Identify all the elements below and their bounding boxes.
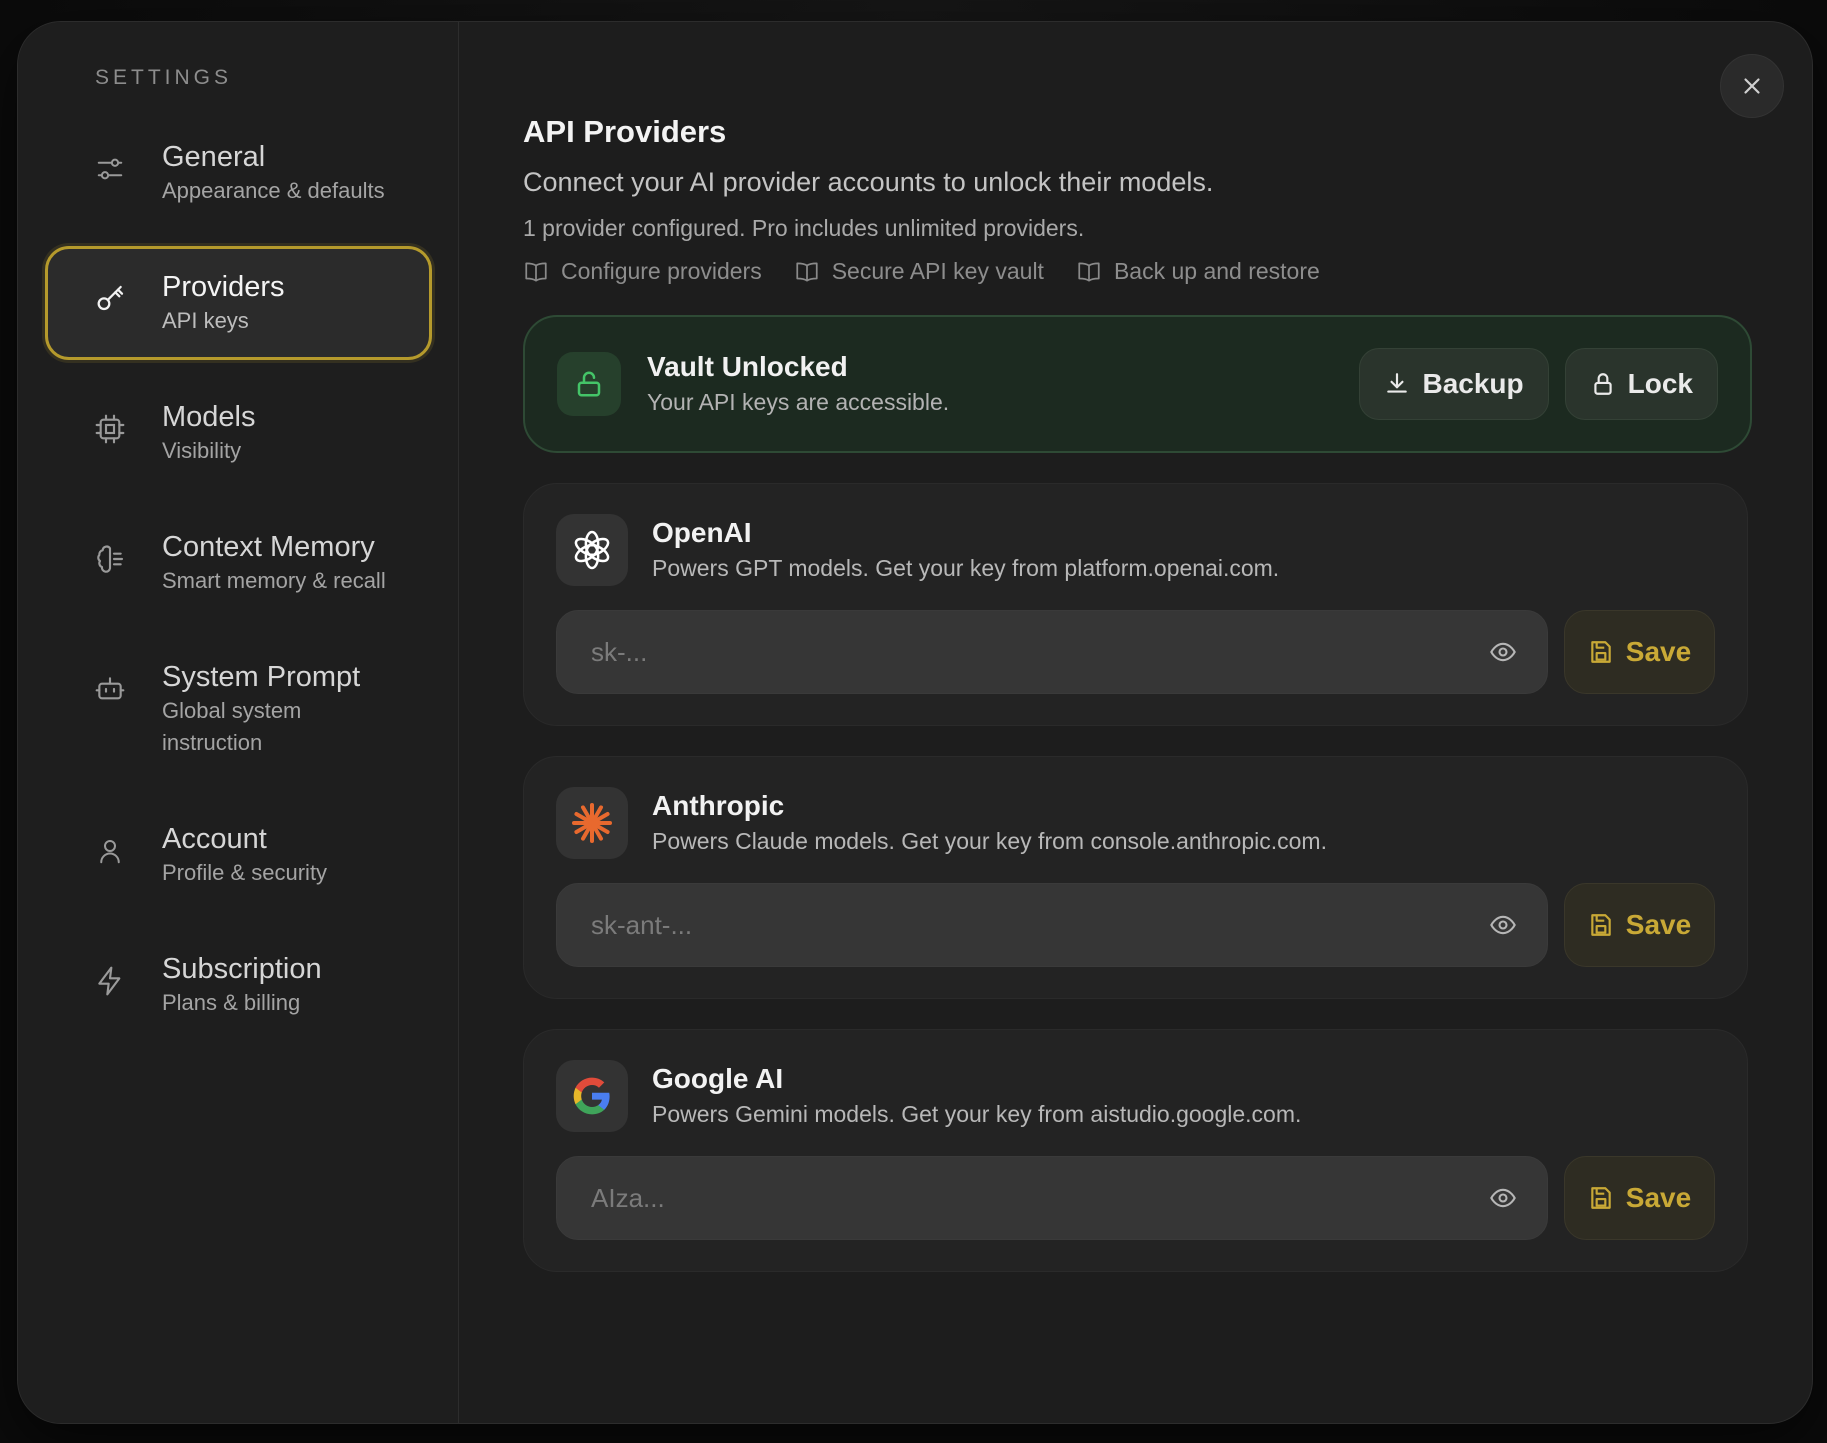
sidebar-item-subtitle: Plans & billing [162,990,301,1015]
api-key-field-wrapper [556,610,1548,694]
sidebar-item-system-prompt[interactable]: System Prompt Global system instruction [45,636,432,782]
cpu-chip-icon [88,407,132,451]
provider-description: Powers GPT models. Get your key from pla… [652,555,1280,581]
book-icon [796,261,818,282]
eye-icon[interactable] [1489,911,1517,939]
settings-sidebar: SETTINGS General Appearance & defaults P… [18,22,459,1423]
sidebar-item-account[interactable]: Account Profile & security [45,798,432,912]
backup-label: Backup [1422,368,1524,399]
close-icon [1744,78,1760,94]
doc-link-configure-providers[interactable]: Configure providers [523,258,762,285]
sidebar-item-title: System Prompt [162,661,361,693]
openai-save-button[interactable]: Save [1564,610,1715,694]
save-icon [1591,641,1611,663]
doc-link-backup-restore[interactable]: Back up and restore [1076,258,1320,285]
doc-link-label: Back up and restore [1113,258,1320,284]
vault-subtitle: Your API keys are accessible. [647,389,950,415]
bot-icon [88,667,132,711]
unlock-icon [557,352,621,416]
eye-icon[interactable] [1489,638,1517,666]
provider-name: Google AI [652,1063,784,1094]
lock-icon [1593,373,1612,395]
page-title: API Providers [523,114,727,149]
providers-configured-note: 1 provider configured. Pro includes unli… [523,215,1085,241]
sidebar-item-subtitle: API keys [162,308,249,333]
sidebar-heading: SETTINGS [95,66,233,89]
anthropic-logo-icon [556,787,628,859]
vault-title: Vault Unlocked [647,351,848,382]
user-icon [88,829,132,873]
doc-links: Configure providers Secure API key vault… [523,258,1752,285]
provider-card-anthropic: Anthropic Powers Claude models. Get your… [523,756,1748,999]
sidebar-item-subtitle: Smart memory & recall [162,568,386,593]
save-icon [1591,1187,1611,1209]
sidebar-item-models[interactable]: Models Visibility [45,376,432,490]
sidebar-item-title: Subscription [162,953,322,985]
sidebar-item-title: Providers [162,271,285,303]
save-label: Save [1625,636,1692,667]
sidebar-item-subtitle: Profile & security [162,860,328,885]
provider-name: Anthropic [652,790,785,821]
providers-panel: API Providers Connect your AI provider a… [459,22,1812,1423]
sidebar-item-subtitle: Appearance & defaults [162,178,385,203]
close-button[interactable] [1720,54,1784,118]
save-label: Save [1625,909,1692,940]
provider-name: OpenAI [652,517,752,548]
sidebar-item-title: Account [162,823,267,855]
sidebar-item-subscription[interactable]: Subscription Plans & billing [45,928,432,1042]
lightning-icon [88,959,132,1003]
doc-link-label: Secure API key vault [831,258,1044,284]
sidebar-item-title: General [162,141,266,173]
google-api-key-input[interactable] [557,1157,1547,1239]
provider-description: Powers Gemini models. Get your key from … [652,1101,1302,1127]
settings-modal: SETTINGS General Appearance & defaults P… [17,21,1813,1424]
sidebar-item-context-memory[interactable]: Context Memory Smart memory & recall [45,506,432,620]
vault-status-card: Vault Unlocked Your API keys are accessi… [523,315,1752,453]
sidebar-item-providers[interactable]: Providers API keys [45,246,432,360]
save-label: Save [1625,1182,1692,1213]
google-save-button[interactable]: Save [1564,1156,1715,1240]
book-icon [1078,261,1100,282]
key-icon [88,277,132,321]
api-key-field-wrapper [556,1156,1548,1240]
backup-button[interactable]: Backup [1359,348,1549,420]
page-description: Connect your AI provider accounts to unl… [523,167,1214,197]
openai-api-key-input[interactable] [557,611,1547,693]
download-icon [1387,373,1408,393]
openai-logo-icon [556,514,628,586]
save-icon [1591,914,1611,936]
sidebar-item-general[interactable]: General Appearance & defaults [45,116,432,230]
provider-description: Powers Claude models. Get your key from … [652,828,1327,854]
provider-card-openai: OpenAI Powers GPT models. Get your key f… [523,483,1748,726]
api-key-field-wrapper [556,883,1548,967]
doc-link-label: Configure providers [561,258,762,284]
brain-icon [88,537,132,581]
eye-icon[interactable] [1489,1184,1517,1212]
google-logo-icon [556,1060,628,1132]
anthropic-api-key-input[interactable] [557,884,1547,966]
provider-card-google: Google AI Powers Gemini models. Get your… [523,1029,1748,1272]
lock-button[interactable]: Lock [1564,348,1718,420]
anthropic-save-button[interactable]: Save [1564,883,1715,967]
sliders-icon [88,147,132,191]
doc-link-secure-vault[interactable]: Secure API key vault [794,258,1044,285]
sidebar-item-subtitle: Global system instruction [162,698,302,755]
book-icon [525,261,547,282]
sidebar-item-subtitle: Visibility [162,438,242,463]
sidebar-item-title: Context Memory [162,531,375,563]
sidebar-item-title: Models [162,401,256,433]
lock-label: Lock [1627,368,1693,399]
